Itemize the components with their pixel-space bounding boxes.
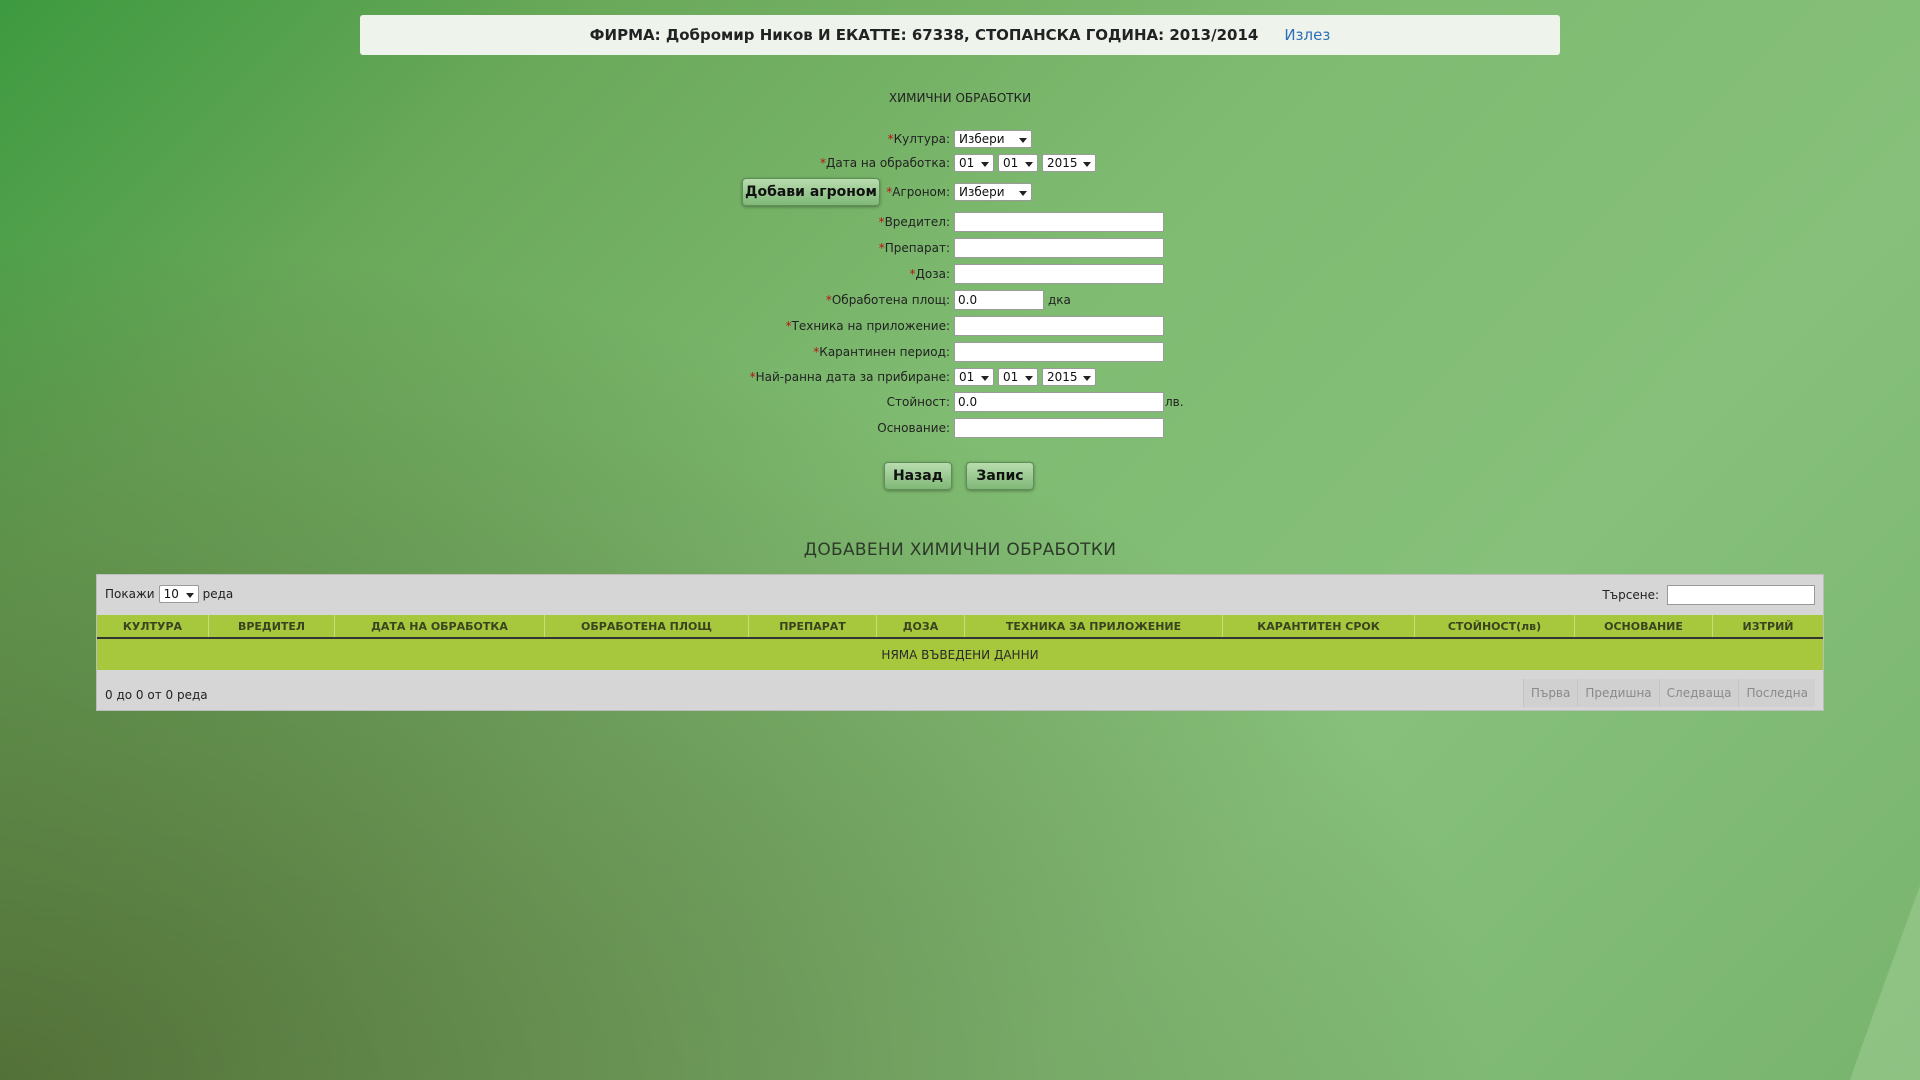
quarantine-period-label: Карантинен период:: [819, 345, 950, 359]
preparation-input[interactable]: [954, 238, 1164, 258]
column-header[interactable]: СТОЙНОСТ(лв): [1415, 615, 1575, 637]
agronomist-select[interactable]: Избери: [954, 183, 1032, 201]
agronomist-label: Агроном:: [892, 185, 950, 199]
harvest-year-select[interactable]: 2015: [1042, 368, 1096, 386]
table-info: 0 до 0 от 0 реда: [105, 688, 208, 702]
chevron-down-icon: [1019, 191, 1027, 196]
chevron-down-icon: [981, 162, 989, 167]
harvest-day-select[interactable]: 01: [954, 368, 994, 386]
treatment-day-select[interactable]: 01: [954, 154, 994, 172]
treated-area-label: Обработена площ:: [831, 293, 950, 307]
dose-input[interactable]: [954, 264, 1164, 284]
table-header: КУЛТУРА ВРЕДИТЕЛ ДАТА НА ОБРАБОТКА ОБРАБ…: [97, 615, 1823, 639]
last-page-button[interactable]: Последна: [1738, 679, 1815, 707]
chevron-down-icon: [185, 593, 194, 598]
treatment-date-label: Дата на обработка:: [826, 156, 950, 170]
column-header[interactable]: ОСНОВАНИЕ: [1575, 615, 1713, 637]
basis-label: Основание:: [877, 421, 950, 435]
column-header[interactable]: ДОЗА: [877, 615, 965, 637]
culture-select[interactable]: Избери: [954, 130, 1032, 148]
preparation-label: Препарат:: [884, 241, 950, 255]
search-label: Търсене:: [1602, 588, 1659, 602]
form-title: ХИМИЧНИ ОБРАБОТКИ: [888, 91, 1032, 105]
column-header[interactable]: ТЕХНИКА ЗА ПРИЛОЖЕНИЕ: [965, 615, 1223, 637]
treatments-table: Покажи 10 реда Търсене: КУЛТУРА ВРЕДИТЕЛ…: [96, 574, 1824, 711]
basis-input[interactable]: [954, 418, 1164, 438]
column-header[interactable]: КАРАНТИТЕН СРОК: [1223, 615, 1415, 637]
chevron-down-icon: [981, 376, 989, 381]
save-button[interactable]: Запис: [966, 462, 1034, 490]
chevron-down-icon: [1019, 138, 1027, 143]
application-technique-label: Техника на приложение:: [791, 319, 950, 333]
treated-area-input[interactable]: 0.0: [954, 290, 1044, 310]
first-page-button[interactable]: Първа: [1522, 679, 1578, 707]
chevron-down-icon: [1083, 162, 1091, 167]
back-button[interactable]: Назад: [884, 462, 952, 490]
page-size-control: Покажи 10 реда: [105, 585, 233, 603]
column-header[interactable]: ВРЕДИТЕЛ: [209, 615, 335, 637]
logout-link[interactable]: Излез: [1284, 26, 1330, 44]
culture-label: Култура:: [893, 132, 950, 146]
previous-page-button[interactable]: Предишна: [1577, 679, 1659, 707]
application-technique-input[interactable]: [954, 316, 1164, 336]
company-info: ФИРМА: Добромир Ников И ЕКАТТЕ: 67338, С…: [589, 26, 1259, 44]
treated-area-unit: дка: [1048, 293, 1071, 307]
treatment-month-select[interactable]: 01: [998, 154, 1038, 172]
chevron-down-icon: [1025, 162, 1033, 167]
header-bar: ФИРМА: Добромир Ников И ЕКАТТЕ: 67338, С…: [360, 15, 1560, 55]
harvest-month-select[interactable]: 01: [998, 368, 1038, 386]
chevron-down-icon: [1083, 376, 1091, 381]
show-label: Покажи: [105, 587, 155, 601]
next-page-button[interactable]: Следваща: [1658, 679, 1739, 707]
cost-unit: лв.: [1165, 395, 1184, 409]
background-stripe: [1850, 880, 1920, 1080]
search-input[interactable]: [1667, 585, 1815, 605]
column-header[interactable]: ПРЕПАРАТ: [749, 615, 877, 637]
pest-input[interactable]: [954, 212, 1164, 232]
cost-input[interactable]: 0.0: [954, 392, 1164, 412]
table-section-title: ДОБАВЕНИ ХИМИЧНИ ОБРАБОТКИ: [803, 540, 1117, 560]
treatment-year-select[interactable]: 2015: [1042, 154, 1096, 172]
quarantine-period-input[interactable]: [954, 342, 1164, 362]
page-size-select[interactable]: 10: [158, 585, 199, 603]
rows-label: реда: [202, 587, 234, 601]
column-header[interactable]: КУЛТУРА: [97, 615, 209, 637]
column-header[interactable]: ДАТА НА ОБРАБОТКА: [335, 615, 545, 637]
dose-label: Доза:: [915, 267, 951, 281]
earliest-harvest-label: Най-ранна дата за прибиране:: [755, 370, 950, 384]
column-header[interactable]: ИЗТРИЙ: [1713, 615, 1823, 637]
pagination: Първа Предишна Следваща Последна: [1522, 679, 1815, 707]
column-header[interactable]: ОБРАБОТЕНА ПЛОЩ: [545, 615, 749, 637]
chevron-down-icon: [1025, 376, 1033, 381]
pest-label: Вредител:: [884, 215, 950, 229]
cost-label: Стойност:: [886, 395, 950, 409]
table-search: Търсене:: [1602, 585, 1815, 605]
empty-table-message: НЯМА ВЪВЕДЕНИ ДАННИ: [97, 639, 1823, 670]
